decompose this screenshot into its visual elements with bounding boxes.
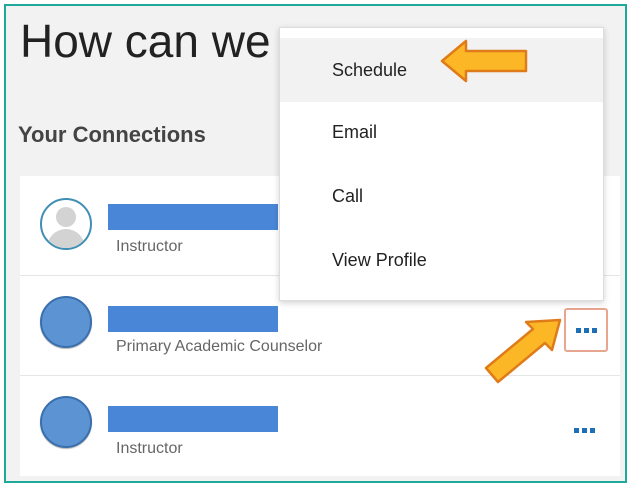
connection-role: Instructor: [116, 238, 183, 255]
page-title: How can we: [20, 15, 271, 67]
redacted-name: [108, 306, 278, 332]
more-options-button[interactable]: [562, 408, 606, 452]
section-title: Your Connections: [18, 122, 206, 147]
redacted-name: [108, 406, 278, 432]
menu-item-email[interactable]: Email: [280, 100, 603, 164]
arrow-pointer-icon: [440, 39, 528, 83]
more-options-icon: [573, 427, 595, 433]
more-options-button[interactable]: [564, 308, 608, 352]
connection-role: Primary Academic Counselor: [116, 338, 323, 355]
avatar: [40, 296, 92, 348]
default-user-avatar-icon: [40, 198, 92, 250]
avatar: [40, 396, 92, 448]
connection-role: Instructor: [116, 440, 183, 457]
more-options-icon: [575, 327, 597, 333]
arrow-pointer-icon: [484, 318, 562, 384]
menu-item-view-profile[interactable]: View Profile: [280, 228, 603, 292]
redacted-name: [108, 204, 278, 230]
list-item[interactable]: Instructor: [20, 376, 620, 476]
menu-item-call[interactable]: Call: [280, 164, 603, 228]
